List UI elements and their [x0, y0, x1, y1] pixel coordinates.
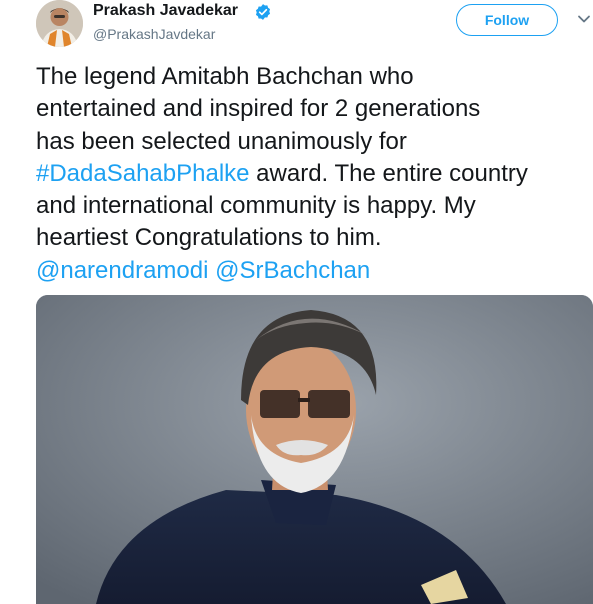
author-display-name[interactable]: Prakash Javadekar — [93, 2, 238, 20]
hashtag-link[interactable]: #DadaSahabPhalke — [36, 160, 250, 187]
tweet-text-part: The legend Amitabh Bachchan who entertai… — [36, 63, 481, 155]
tweet-text: The legend Amitabh Bachchan who entertai… — [36, 61, 592, 287]
follow-button[interactable]: Follow — [456, 4, 558, 36]
tweet-media-photo[interactable] — [36, 295, 593, 604]
tweet-header: Prakash Javadekar @PrakashJavdekar Follo… — [0, 0, 593, 60]
avatar-image — [36, 0, 83, 47]
avatar[interactable] — [36, 0, 83, 47]
portrait-photo — [36, 295, 593, 604]
mention-link[interactable]: @narendramodi — [36, 257, 208, 284]
mention-link[interactable]: @SrBachchan — [215, 257, 370, 284]
verified-badge-icon — [255, 4, 271, 20]
author-handle[interactable]: @PrakashJavdekar — [93, 26, 215, 42]
chevron-down-icon[interactable] — [577, 12, 591, 26]
